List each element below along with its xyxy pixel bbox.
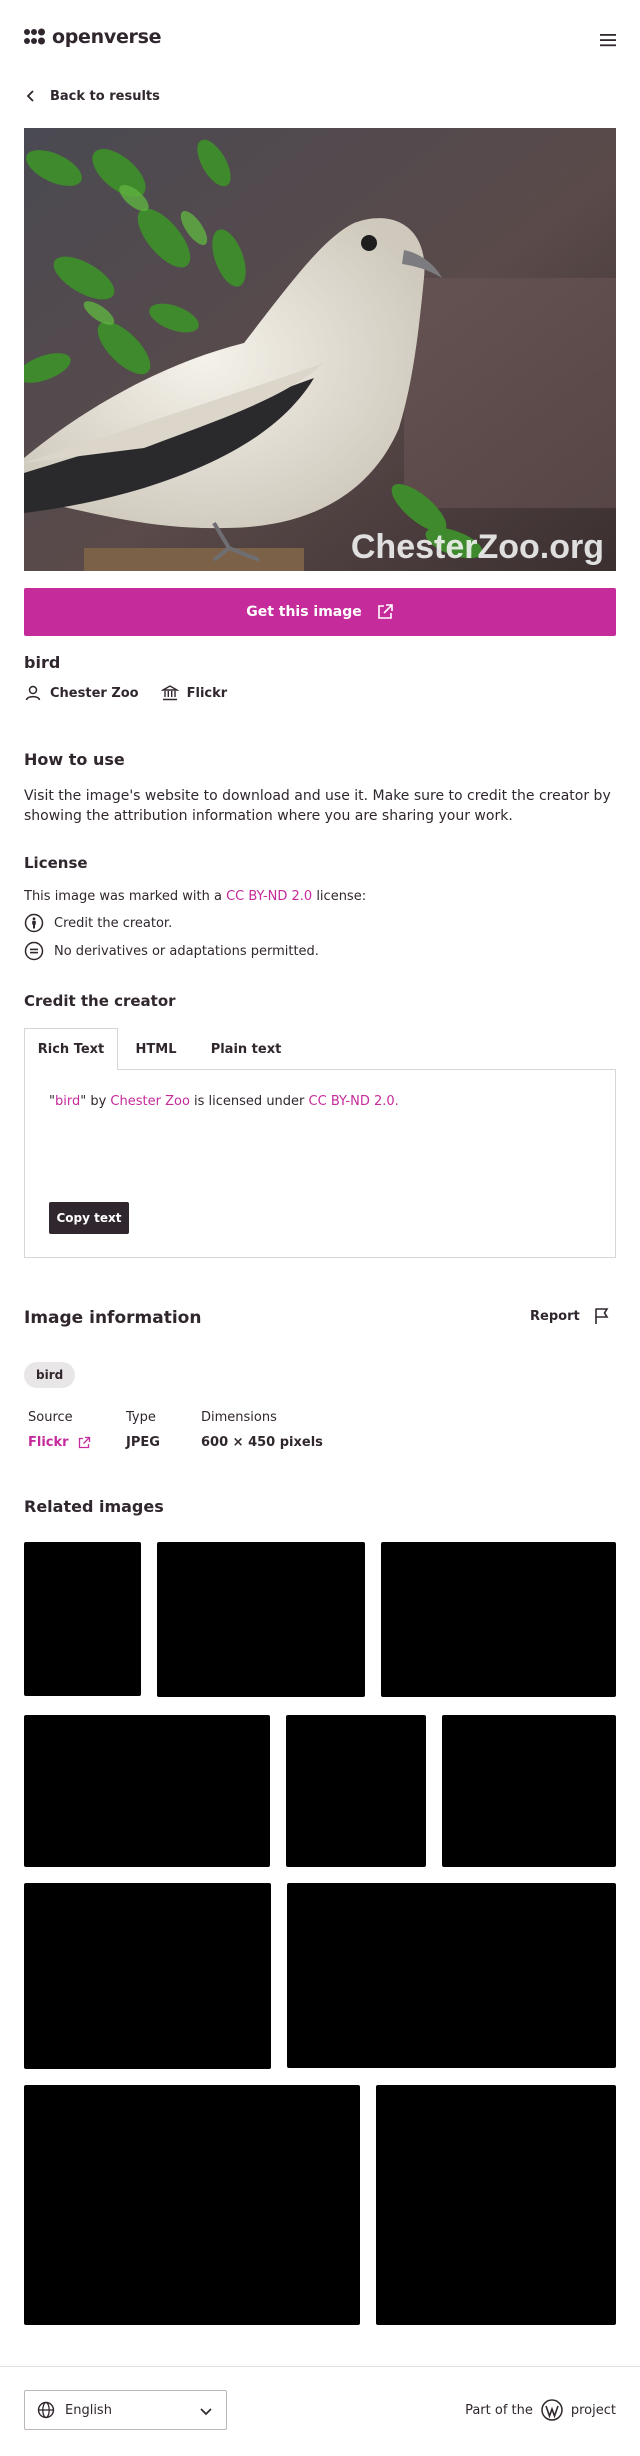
watermark-text: ChesterZoo.org: [351, 528, 604, 566]
related-image-1[interactable]: [24, 1542, 141, 1696]
source-name: Flickr: [186, 685, 228, 701]
copy-text-button[interactable]: Copy text: [49, 1202, 129, 1234]
hamburger-icon: [600, 34, 616, 47]
attr-mid: is licensed under: [189, 1094, 309, 1109]
site-header: openverse: [0, 0, 640, 80]
institution-icon: [160, 685, 179, 701]
related-image-7[interactable]: [24, 1883, 271, 2069]
creator-link[interactable]: Chester Zoo: [24, 681, 139, 705]
how-to-use-text: Visit the image's website to download an…: [24, 788, 611, 824]
main-image: ChesterZoo.org: [24, 128, 616, 571]
license-item-by: Credit the creator.: [24, 913, 172, 933]
tab-rich-text[interactable]: Rich Text: [24, 1028, 118, 1070]
attr-end: .: [394, 1094, 399, 1109]
attr-license-link[interactable]: CC BY-ND 2.0: [309, 1094, 395, 1109]
part-of-text: Part of the: [465, 2402, 533, 2418]
chevron-left-icon: [26, 90, 34, 102]
image-meta: Chester Zoo Flickr: [24, 681, 227, 705]
credit-heading: Credit the creator: [24, 992, 176, 1010]
person-icon: [25, 685, 41, 701]
related-image-2[interactable]: [157, 1542, 365, 1697]
attr-by: by: [86, 1094, 111, 1109]
credit-tabs: Rich Text HTML Plain text: [24, 1028, 616, 1070]
language-value: English: [65, 2402, 112, 2418]
license-heading: License: [24, 854, 88, 872]
license-item-by-text: Credit the creator.: [54, 915, 173, 931]
footer-divider: [0, 2366, 640, 2367]
info-source: Source Flickr: [28, 1410, 91, 1450]
tab-html[interactable]: HTML: [118, 1028, 194, 1070]
back-to-results-link[interactable]: Back to results: [24, 84, 160, 108]
image-info-heading: Image information: [24, 1308, 202, 1328]
type-label: Type: [126, 1410, 156, 1425]
related-image-3[interactable]: [381, 1542, 616, 1697]
attr-title-link[interactable]: bird: [55, 1094, 80, 1109]
tab-plain-text[interactable]: Plain text: [194, 1028, 298, 1070]
source-link[interactable]: Flickr: [160, 681, 228, 705]
related-image-4[interactable]: [24, 1715, 270, 1867]
cc-nd-icon: [24, 941, 44, 961]
related-image-10[interactable]: [376, 2085, 616, 2325]
part-of-wordpress: Part of the project: [465, 2399, 616, 2421]
cc-by-icon: [24, 913, 44, 933]
external-link-icon: [377, 604, 393, 619]
openverse-logo-icon: [24, 28, 45, 45]
logo-text: openverse: [52, 26, 162, 48]
dimensions-value: 600 × 450 pixels: [201, 1435, 323, 1450]
license-link[interactable]: CC BY-ND 2.0: [226, 889, 312, 904]
info-type: Type JPEG: [126, 1410, 160, 1450]
back-label: Back to results: [50, 88, 160, 104]
related-heading: Related images: [24, 1497, 164, 1516]
license-item-nd: No derivatives or adaptations permitted.: [24, 941, 319, 961]
menu-button[interactable]: [596, 28, 620, 52]
how-to-use-heading: How to use: [24, 750, 125, 769]
project-text: project: [570, 2402, 616, 2418]
related-image-9[interactable]: [24, 2085, 360, 2325]
related-image-8[interactable]: [287, 1883, 616, 2068]
get-this-image-button[interactable]: Get this image: [24, 588, 616, 636]
source-value: Flickr: [28, 1435, 69, 1450]
chevron-down-icon: [200, 2408, 212, 2416]
source-label: Source: [28, 1410, 73, 1425]
dimensions-label: Dimensions: [201, 1410, 277, 1425]
language-select[interactable]: English: [24, 2390, 227, 2430]
attr-creator-link[interactable]: Chester Zoo: [110, 1094, 189, 1109]
wordpress-icon[interactable]: [541, 2399, 563, 2421]
license-intro-end: license:: [312, 889, 367, 904]
report-label: Report: [530, 1308, 580, 1324]
credit-panel: "bird" by Chester Zoo is licensed under …: [24, 1069, 616, 1258]
globe-icon: [37, 2401, 55, 2419]
cta-label: Get this image: [246, 604, 362, 620]
info-dimensions: Dimensions 600 × 450 pixels: [201, 1410, 323, 1450]
bird-photo: ChesterZoo.org: [24, 128, 616, 571]
license-item-nd-text: No derivatives or adaptations permitted.: [54, 943, 319, 959]
type-value: JPEG: [126, 1435, 160, 1450]
openverse-logo[interactable]: openverse: [24, 26, 162, 48]
image-title: bird: [24, 653, 61, 672]
license-intro: This image was marked with a CC BY-ND 2.…: [24, 889, 366, 904]
creator-name: Chester Zoo: [50, 685, 139, 701]
external-link-icon: [78, 1436, 90, 1448]
tag-chip[interactable]: bird: [24, 1362, 76, 1388]
source-value-link[interactable]: Flickr: [28, 1435, 91, 1450]
report-button[interactable]: Report: [530, 1306, 612, 1326]
attribution-text: "bird" by Chester Zoo is licensed under …: [49, 1094, 399, 1109]
related-image-5[interactable]: [286, 1715, 426, 1867]
license-intro-text: This image was marked with a: [24, 889, 227, 904]
flag-icon: [594, 1308, 609, 1324]
related-image-6[interactable]: [442, 1715, 616, 1867]
